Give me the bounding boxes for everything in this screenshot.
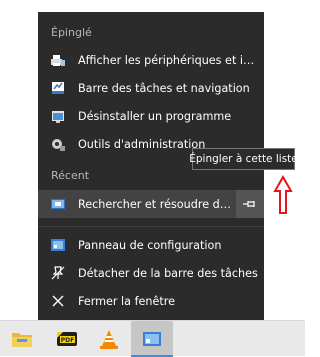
pin-to-list-button[interactable] <box>236 190 264 218</box>
taskbar-settings-icon <box>50 80 66 96</box>
desktop-background <box>0 0 38 320</box>
pdf-app-icon: PDF <box>57 332 77 346</box>
pinned-item-taskbar-navigation[interactable]: Barre des tâches et navigation <box>38 74 264 102</box>
task-control-panel[interactable]: Panneau de configuration <box>38 231 264 259</box>
recent-item-troubleshoot[interactable]: Rechercher et résoudre des prob… <box>38 190 264 218</box>
task-label: Panneau de configuration <box>78 238 222 252</box>
uninstall-program-icon <box>50 108 66 124</box>
recent-item-label: Rechercher et résoudre des prob… <box>78 197 236 211</box>
pinned-item-label: Désinstaller un programme <box>78 109 232 123</box>
close-icon <box>50 293 66 309</box>
tasks-divider <box>38 226 264 227</box>
taskbar: PDF <box>0 320 305 357</box>
task-label: Détacher de la barre des tâches <box>78 266 258 280</box>
task-label: Fermer la fenêtre <box>78 294 175 308</box>
pinned-item-uninstall-program[interactable]: Désinstaller un programme <box>38 102 264 130</box>
pinned-item-label: Barre des tâches et navigation <box>78 81 250 95</box>
taskbar-pdf-app[interactable]: PDF <box>46 321 88 357</box>
pinned-item-label: Outils d'administration <box>78 137 206 151</box>
taskbar-file-explorer[interactable] <box>1 321 43 357</box>
troubleshoot-icon <box>50 196 66 212</box>
vlc-cone-icon <box>100 330 118 349</box>
pin-tooltip: Épingler à cette liste <box>189 148 298 170</box>
pinned-item-label: Afficher les périphériques et imprimant… <box>78 53 262 67</box>
task-unpin-taskbar[interactable]: Détacher de la barre des tâches <box>38 259 264 287</box>
red-annotation-arrow <box>273 175 293 214</box>
pinned-section-header: Épinglé <box>51 26 92 39</box>
svg-text:PDF: PDF <box>61 337 74 344</box>
pin-icon <box>243 201 255 207</box>
recent-section-header: Récent <box>51 169 90 182</box>
admin-tools-icon <box>50 136 66 152</box>
control-panel-taskbar-icon <box>143 332 161 346</box>
devices-printers-icon <box>50 52 66 68</box>
folder-icon <box>12 333 32 347</box>
pinned-item-devices-printers[interactable]: Afficher les périphériques et imprimant… <box>38 46 264 74</box>
control-panel-icon <box>50 237 66 253</box>
taskbar-vlc[interactable] <box>88 321 130 357</box>
unpin-icon <box>50 265 66 281</box>
task-close-window[interactable]: Fermer la fenêtre <box>38 287 264 315</box>
taskbar-control-panel[interactable] <box>131 321 173 357</box>
